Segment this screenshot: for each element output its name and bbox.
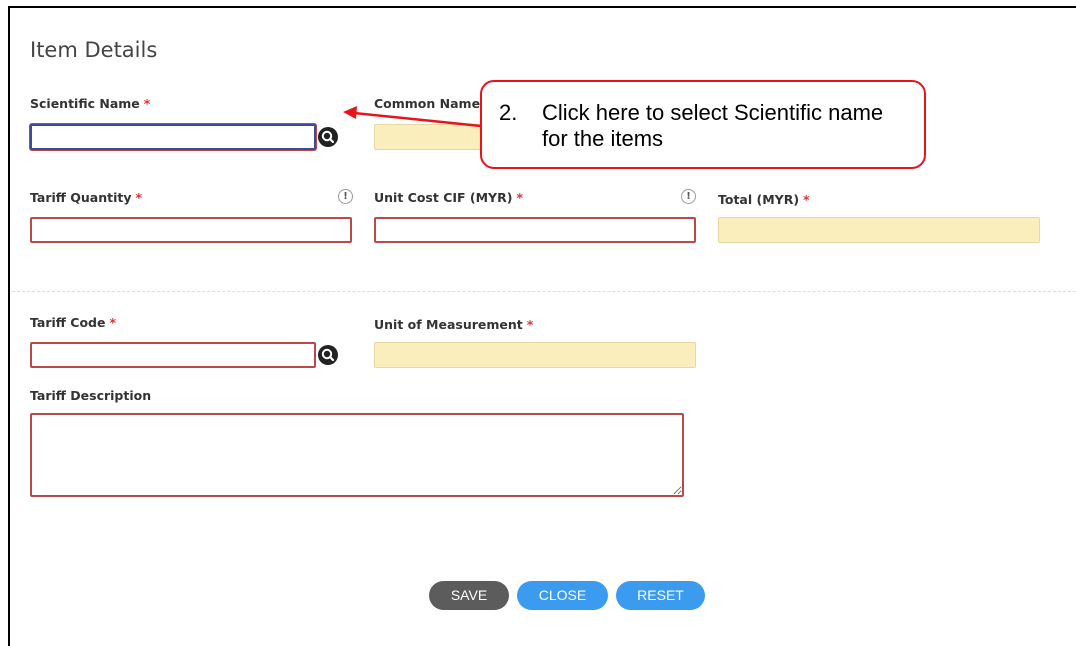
- callout-arrow-icon: [343, 106, 482, 128]
